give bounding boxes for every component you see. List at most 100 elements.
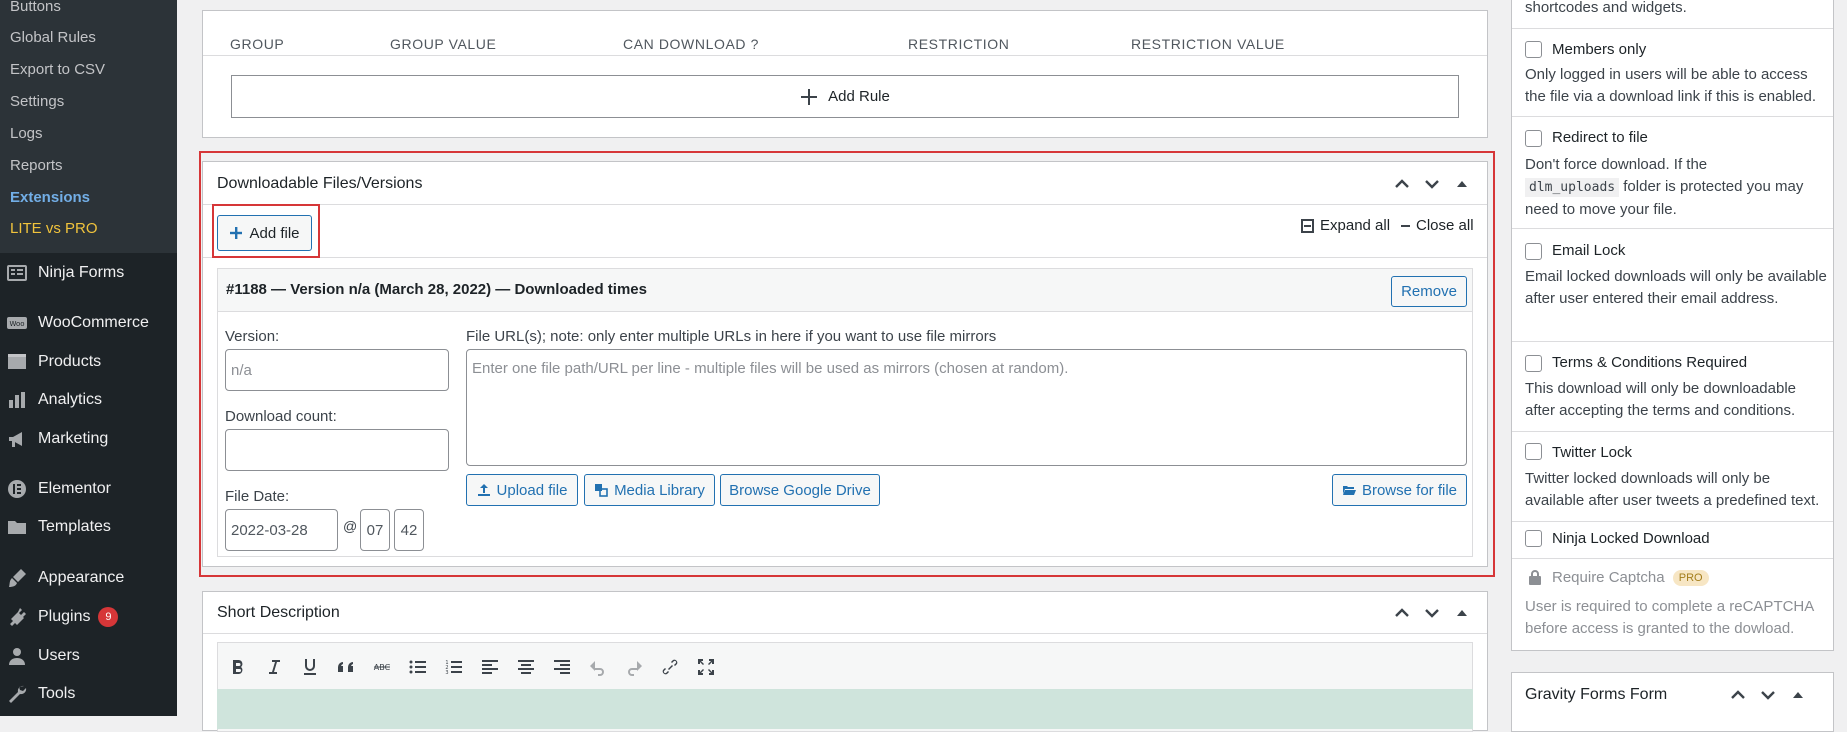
divider <box>1512 431 1833 432</box>
divider <box>1512 521 1833 522</box>
rules-panel: GROUP GROUP VALUE CAN DOWNLOAD ? RESTRIC… <box>202 10 1488 138</box>
highlight-add-file <box>212 204 320 258</box>
plugin-icon <box>6 606 28 628</box>
analytics-icon <box>6 389 28 411</box>
column-header-restriction: RESTRICTION <box>908 36 1010 52</box>
redirect-to-file-checkbox[interactable] <box>1525 130 1542 147</box>
submenu-reports[interactable]: Reports <box>10 157 63 175</box>
align-center-icon[interactable] <box>514 655 538 679</box>
strikethrough-icon[interactable]: ABC <box>370 655 394 679</box>
gravity-forms-title: Gravity Forms Form <box>1525 686 1668 703</box>
menu-label: WooCommerce <box>38 314 149 331</box>
add-rule-button[interactable]: Add Rule <box>231 75 1459 118</box>
redirect-to-file-title: Redirect to file <box>1552 129 1648 146</box>
svg-text:3: 3 <box>445 670 448 676</box>
column-header-restriction-value: RESTRICTION VALUE <box>1131 36 1285 52</box>
brush-icon <box>6 567 28 589</box>
twitter-lock-title: Twitter Lock <box>1552 444 1633 461</box>
menu-label: Appearance <box>38 569 125 586</box>
submenu-buttons[interactable]: Buttons <box>10 0 61 16</box>
menu-templates[interactable]: Templates <box>0 510 177 544</box>
ninja-locked-title: Ninja Locked Download <box>1552 530 1710 547</box>
move-down-icon[interactable] <box>1759 686 1777 704</box>
submenu-global-rules[interactable]: Global Rules <box>10 29 96 47</box>
short-description-panel: Short Description <box>202 591 1488 732</box>
menu-products[interactable]: Products <box>0 345 177 379</box>
menu-elementor[interactable]: Elementor <box>0 472 177 506</box>
ninja-locked-checkbox[interactable] <box>1525 530 1542 547</box>
menu-label: Ninja Forms <box>38 264 125 281</box>
collapse-triangle-icon[interactable] <box>1455 606 1469 620</box>
user-icon <box>6 645 28 667</box>
divider <box>1512 341 1833 342</box>
dlm-uploads-code: dlm_uploads <box>1525 178 1620 197</box>
bold-icon[interactable] <box>226 655 250 679</box>
redo-icon[interactable] <box>622 655 646 679</box>
move-up-icon[interactable] <box>1729 686 1747 704</box>
menu-label: Tools <box>38 685 76 702</box>
menu-label: Analytics <box>38 391 103 408</box>
wrench-icon <box>6 683 28 705</box>
menu-label: Elementor <box>38 480 111 497</box>
divider <box>203 55 1487 56</box>
underline-icon[interactable] <box>298 655 322 679</box>
plus-icon <box>801 88 818 105</box>
twitter-lock-desc: Twitter locked downloads will only be av… <box>1525 470 1820 509</box>
email-lock-checkbox[interactable] <box>1525 243 1542 260</box>
move-up-icon[interactable] <box>1393 604 1411 622</box>
members-only-title: Members only <box>1552 41 1647 58</box>
menu-plugins[interactable]: Plugins 9 <box>0 600 177 634</box>
divider <box>203 633 1487 634</box>
menu-analytics[interactable]: Analytics <box>0 383 177 417</box>
add-rule-label: Add Rule <box>828 88 890 105</box>
email-lock-desc: Email locked downloads will only be avai… <box>1525 268 1827 307</box>
collapse-triangle-icon[interactable] <box>1791 688 1805 702</box>
link-icon[interactable] <box>658 655 682 679</box>
menu-label: Marketing <box>38 430 109 447</box>
numbered-list-icon[interactable]: 123 <box>442 655 466 679</box>
short-description-title: Short Description <box>217 604 340 621</box>
submenu-extensions[interactable]: Extensions <box>10 189 90 207</box>
undo-icon[interactable] <box>586 655 610 679</box>
ninja-forms-icon <box>6 262 28 284</box>
blockquote-icon[interactable] <box>334 655 358 679</box>
editor-content-area[interactable] <box>217 689 1473 729</box>
menu-label: Templates <box>38 518 111 535</box>
woocommerce-icon: Woo <box>6 312 28 334</box>
redirect-to-file-desc: Don't force download. If the dlm_uploads… <box>1525 154 1830 221</box>
menu-tools[interactable]: Tools <box>0 677 177 711</box>
email-lock-title: Email Lock <box>1552 242 1626 259</box>
menu-users[interactable]: Users <box>0 639 177 673</box>
terms-conditions-desc: This download will only be downloadable … <box>1525 380 1797 419</box>
lock-icon <box>1528 569 1542 590</box>
menu-appearance[interactable]: Appearance <box>0 561 177 595</box>
twitter-lock-checkbox[interactable] <box>1525 443 1542 460</box>
members-only-checkbox[interactable] <box>1525 41 1542 58</box>
submenu-export-csv[interactable]: Export to CSV <box>10 61 105 79</box>
require-captcha-title: Require Captcha PRO <box>1552 569 1709 587</box>
move-down-icon[interactable] <box>1423 604 1441 622</box>
folder-icon <box>6 516 28 538</box>
menu-marketing[interactable]: Marketing <box>0 422 177 456</box>
column-header-can-download: CAN DOWNLOAD ? <box>623 36 759 52</box>
italic-icon[interactable] <box>262 655 286 679</box>
options-top-desc: shortcodes and widgets. <box>1525 0 1687 16</box>
menu-ninja-forms[interactable]: Ninja Forms <box>0 256 177 290</box>
megaphone-icon <box>6 428 28 450</box>
fullscreen-icon[interactable] <box>694 655 718 679</box>
bulleted-list-icon[interactable] <box>406 655 430 679</box>
products-icon <box>6 351 28 373</box>
require-captcha-desc: User is required to complete a reCAPTCHA… <box>1525 598 1814 637</box>
column-header-group-value: GROUP VALUE <box>390 36 497 52</box>
submenu-settings[interactable]: Settings <box>10 93 64 111</box>
align-right-icon[interactable] <box>550 655 574 679</box>
submenu-lite-vs-pro[interactable]: LITE vs PRO <box>10 220 98 238</box>
elementor-icon <box>6 478 28 500</box>
redirect-desc-a: Don't force download. If the <box>1525 156 1708 173</box>
divider <box>1512 28 1833 29</box>
terms-conditions-checkbox[interactable] <box>1525 355 1542 372</box>
svg-text:Woo: Woo <box>9 320 24 328</box>
submenu-logs[interactable]: Logs <box>10 125 43 143</box>
menu-woocommerce[interactable]: Woo WooCommerce <box>0 306 177 340</box>
align-left-icon[interactable] <box>478 655 502 679</box>
